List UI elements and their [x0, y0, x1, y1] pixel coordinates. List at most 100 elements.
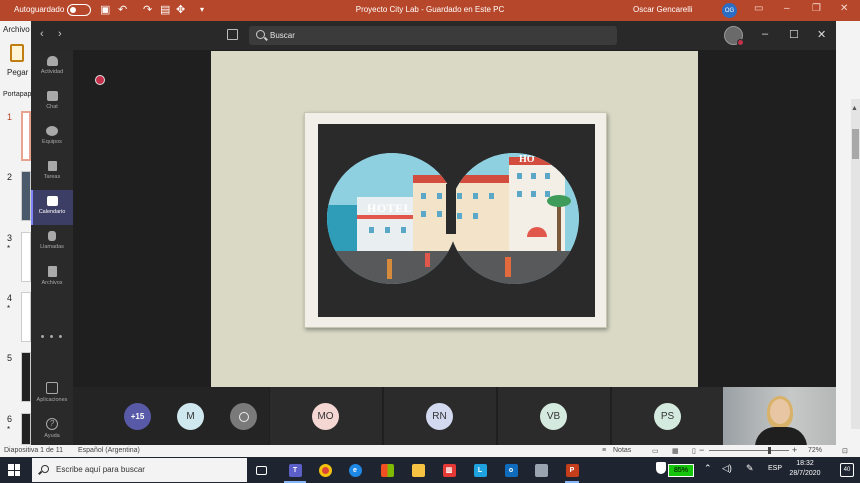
rail-item-apps[interactable]: Aplicaciones: [31, 382, 73, 403]
outlook-taskbar-icon[interactable]: o: [502, 460, 520, 480]
slide-thumbnail-4[interactable]: [21, 292, 31, 342]
zoom-in-icon[interactable]: +: [792, 445, 797, 455]
sorter-view-icon[interactable]: ▦: [672, 447, 679, 455]
participant-avatar-m[interactable]: M: [177, 403, 204, 430]
app-taskbar-icon-l[interactable]: L: [471, 460, 489, 480]
search-input[interactable]: Buscar: [270, 31, 295, 40]
battery-indicator[interactable]: 85%: [668, 464, 694, 477]
participant-avatar-vb: VB: [540, 403, 567, 430]
apps-icon: [46, 382, 58, 394]
phone-icon: [48, 231, 56, 241]
bell-icon: [46, 56, 58, 66]
rail-item-help[interactable]: ? Ayuda: [31, 418, 73, 439]
zoom-slider-handle[interactable]: [768, 447, 771, 454]
notification-center-icon[interactable]: 40: [840, 463, 854, 477]
rail-item-teams[interactable]: Equipos: [31, 120, 73, 155]
participant-avatar-rn: RN: [426, 403, 453, 430]
normal-view-icon[interactable]: ▭: [652, 447, 659, 455]
slide-thumbnail-3[interactable]: [21, 232, 31, 282]
participant-tile-rn[interactable]: RN: [384, 387, 496, 445]
powerpoint-taskbar-icon[interactable]: P: [563, 460, 581, 483]
forward-icon[interactable]: ›: [58, 28, 62, 40]
teams-maximize-icon[interactable]: ☐: [789, 28, 799, 41]
ppt-close-icon[interactable]: ✕: [840, 3, 848, 14]
edge-taskbar-icon[interactable]: e: [346, 460, 364, 480]
self-video-preview[interactable]: [723, 387, 836, 445]
notes-button[interactable]: Notas: [613, 447, 631, 454]
more-apps-icon[interactable]: • • •: [31, 331, 73, 343]
slide-number-2: 2: [7, 172, 13, 182]
volume-icon[interactable]: ◁): [722, 463, 732, 474]
slide-transition-mark-6: *: [7, 425, 11, 434]
taskbar-search-box[interactable]: Escribe aquí para buscar: [32, 458, 247, 482]
rail-item-activity[interactable]: Actividad: [31, 50, 73, 85]
slide-counter: Diapositiva 1 de 11: [4, 447, 64, 454]
recording-indicator-icon: [95, 75, 105, 85]
participant-avatar-anonymous[interactable]: [230, 403, 257, 430]
chrome-taskbar-icon[interactable]: [316, 460, 334, 480]
teams-close-icon[interactable]: ✕: [817, 28, 826, 41]
back-icon[interactable]: ‹: [40, 28, 44, 40]
chat-icon: [46, 91, 58, 101]
tray-expand-icon[interactable]: ⌃: [704, 463, 712, 474]
zoom-level[interactable]: 72%: [808, 447, 822, 454]
app-taskbar-icon-red[interactable]: ▥: [440, 460, 458, 480]
taskbar-clock[interactable]: 18:32 28/7/2020: [787, 459, 823, 479]
zoom-out-icon[interactable]: −: [699, 445, 704, 455]
slide-thumbnail-1[interactable]: [21, 111, 31, 161]
participant-tile-mo[interactable]: MO: [270, 387, 382, 445]
ribbon-display-icon[interactable]: ▭: [754, 3, 763, 14]
new-chat-icon[interactable]: [227, 29, 238, 40]
fit-slide-icon[interactable]: ⊡: [842, 447, 848, 455]
participant-tile-ps[interactable]: PS: [612, 387, 724, 445]
paste-icon[interactable]: [10, 44, 24, 62]
slide-transition-mark-3: *: [7, 244, 11, 253]
app-taskbar-icon-window[interactable]: [532, 460, 550, 480]
rail-item-calls[interactable]: Llamadas: [31, 225, 73, 260]
right-binocular-lens: HO: [449, 153, 579, 284]
teams-taskbar-icon[interactable]: T: [284, 460, 306, 483]
input-language[interactable]: ESP: [768, 465, 782, 472]
rail-item-chat[interactable]: Chat: [31, 85, 73, 120]
ppt-minimize-icon[interactable]: –: [784, 3, 790, 14]
account-name[interactable]: Oscar Gencarelli: [633, 5, 693, 14]
notes-icon[interactable]: ≡: [602, 447, 606, 454]
teams-icon: [46, 126, 58, 136]
file-explorer-taskbar-icon[interactable]: [409, 460, 427, 480]
slide-thumbnail-6[interactable]: [21, 413, 31, 445]
rail-item-tasks[interactable]: Tareas: [31, 155, 73, 190]
account-avatar[interactable]: OG: [722, 3, 737, 18]
tasks-icon: [47, 161, 57, 171]
taskbar-search-input[interactable]: Escribe aquí para buscar: [56, 465, 145, 474]
language-indicator[interactable]: Español (Argentina): [78, 447, 140, 454]
participant-avatar-ps: PS: [654, 403, 681, 430]
slide-thumbnail-5[interactable]: [21, 352, 31, 402]
profile-avatar[interactable]: [724, 26, 744, 46]
slide-thumbnail-2[interactable]: [21, 171, 31, 221]
teams-minimize-icon[interactable]: –: [762, 28, 768, 40]
zoom-slider[interactable]: [709, 450, 789, 451]
rail-item-calendar[interactable]: Calendario: [31, 190, 73, 225]
slide-number-3: 3: [7, 233, 13, 243]
rail-item-files[interactable]: Archivos: [31, 260, 73, 295]
slide-transition-mark-4: *: [7, 304, 11, 313]
ppt-restore-icon[interactable]: ❐: [812, 3, 821, 14]
store-taskbar-icon[interactable]: [378, 460, 396, 480]
left-binocular-lens: HOTEL: [327, 153, 457, 284]
defender-shield-icon[interactable]: [656, 462, 666, 474]
more-participants-button[interactable]: +15: [124, 403, 151, 430]
reading-view-icon[interactable]: ▯: [692, 447, 696, 455]
participant-tile-vb[interactable]: VB: [498, 387, 610, 445]
scrollbar-thumb[interactable]: [852, 129, 859, 159]
powerpoint-title-bar: Autoguardado ▣ ↶ ↷ ▤ ✥ ▾ Proyecto City L…: [0, 0, 860, 21]
pen-icon[interactable]: ✎: [746, 463, 754, 474]
task-view-icon[interactable]: [252, 460, 270, 480]
slide-number-6: 6: [7, 414, 13, 424]
paste-label[interactable]: Pegar: [7, 68, 28, 77]
clipboard-group-label: Portapap: [3, 91, 32, 98]
file-tab[interactable]: Archivo: [3, 25, 30, 34]
scroll-up-icon[interactable]: ▲: [851, 105, 858, 112]
help-icon: ?: [46, 418, 58, 430]
teams-search-box[interactable]: Buscar: [249, 26, 617, 45]
windows-start-icon[interactable]: [8, 464, 20, 476]
